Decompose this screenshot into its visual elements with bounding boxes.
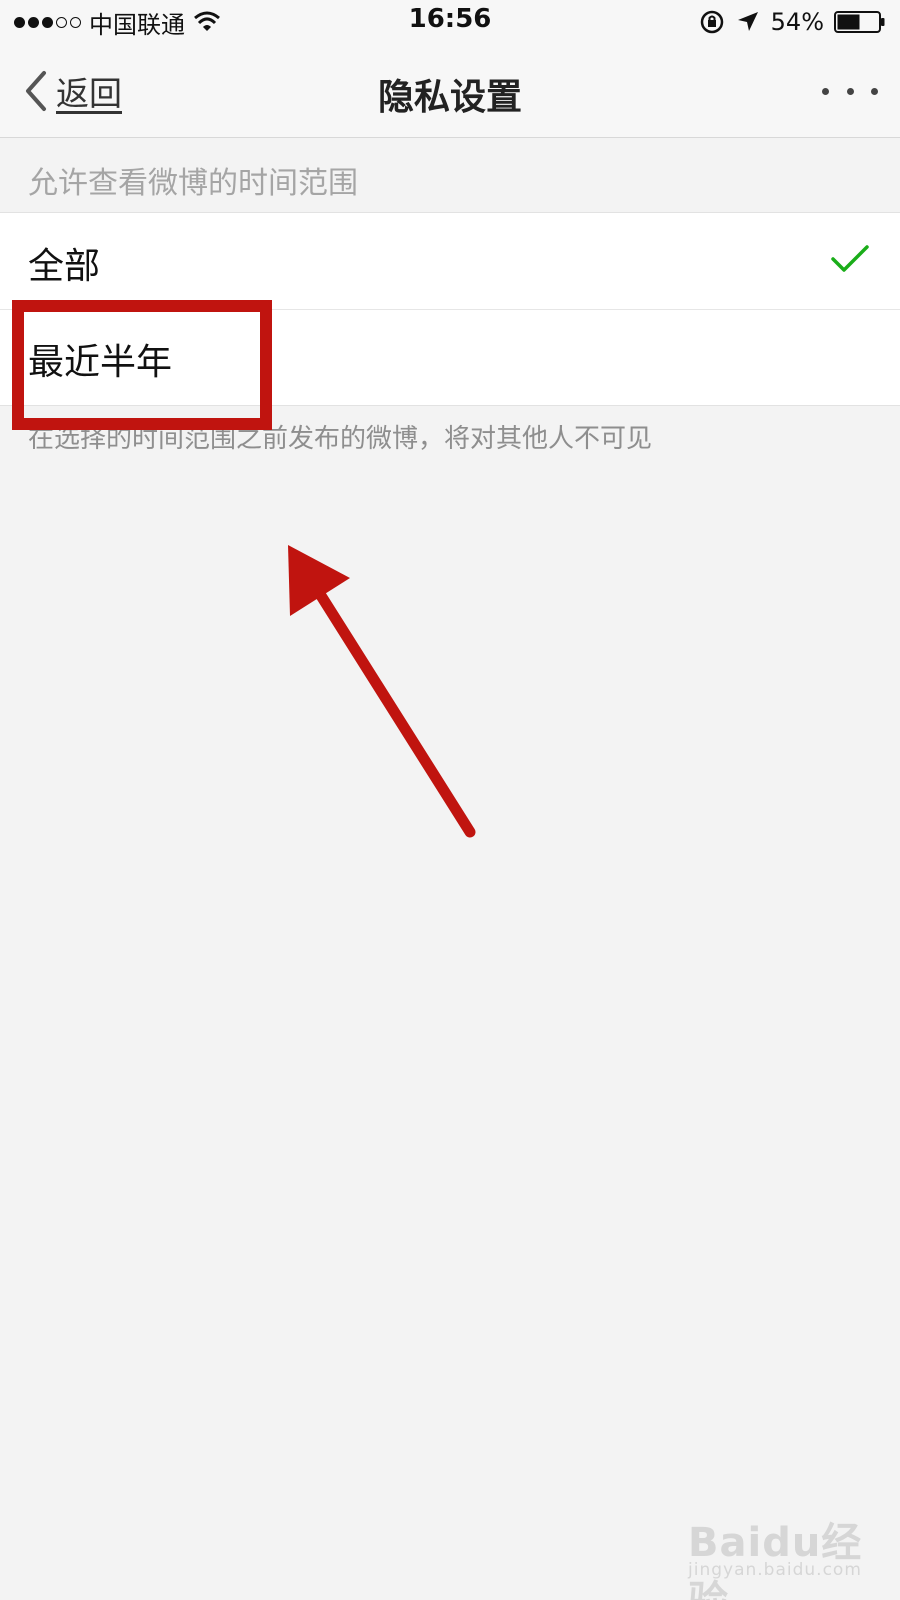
battery-icon: [834, 11, 885, 33]
baidu-watermark: Baidu经验 jingyan.baidu.com: [688, 1510, 868, 1600]
rotation-lock-icon: [700, 10, 723, 34]
watermark-logo: Baidu经验: [688, 1520, 863, 1600]
status-right: 54%: [699, 6, 886, 38]
page-title: 隐私设置: [377, 77, 522, 118]
nav-bar: 返回 隐私设置: [0, 44, 900, 138]
checkmark-icon: [831, 245, 869, 272]
status-bar: 中国联通 16:56 54%: [0, 0, 900, 44]
more-dots-icon: [822, 87, 829, 95]
section-header: 允许查看微博的时间范围: [28, 166, 358, 201]
battery-percent: 54%: [770, 8, 824, 36]
more-button[interactable]: [822, 74, 878, 108]
location-arrow-icon: [737, 12, 758, 31]
watermark-url: jingyan.baidu.com: [688, 1560, 862, 1580]
option-all[interactable]: 全部: [0, 213, 900, 309]
option-label: 全部: [28, 246, 101, 287]
annotation-highlight-box: [12, 300, 272, 430]
